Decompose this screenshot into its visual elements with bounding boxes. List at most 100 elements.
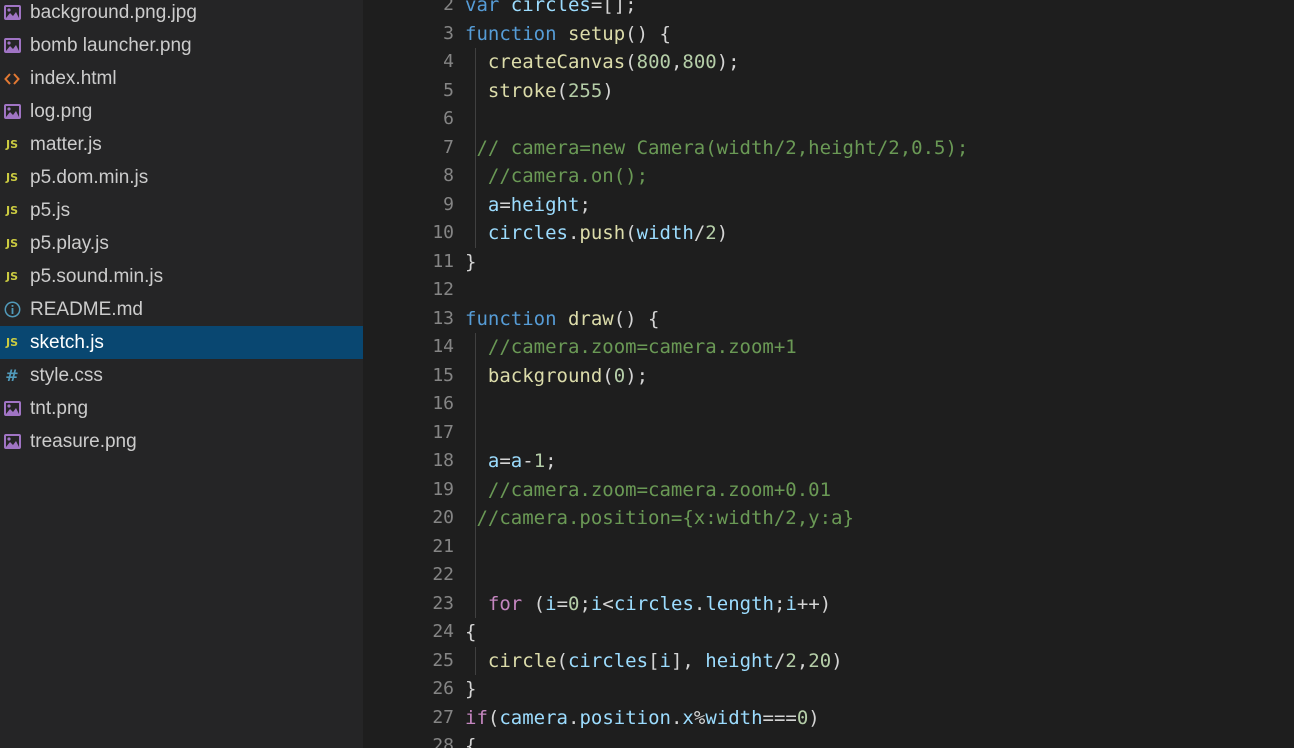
code-line[interactable]: 9 a=height; xyxy=(363,190,1294,220)
file-item[interactable]: README.md xyxy=(0,293,363,326)
code-line[interactable]: 11} xyxy=(363,248,1294,277)
js-file-icon: JS xyxy=(5,336,18,349)
file-name: matter.js xyxy=(30,133,102,155)
code-line[interactable]: 15 background(0); xyxy=(363,361,1294,391)
code-token: ++) xyxy=(796,592,832,615)
code-token: for xyxy=(487,592,523,615)
line-number: 21 xyxy=(432,535,454,557)
code-token: < xyxy=(602,592,614,615)
code-line[interactable]: 2 var circles=[]; xyxy=(363,0,1294,20)
code-token: setup xyxy=(567,22,626,45)
code-token: ( xyxy=(602,364,614,387)
code-line[interactable]: 23 for (i=0;i<circles.length;i++) xyxy=(363,589,1294,618)
line-number: 8 xyxy=(443,165,454,186)
code-token: background xyxy=(487,364,603,387)
file-item[interactable]: bomb launcher.png xyxy=(0,29,363,62)
code-token: a xyxy=(510,450,523,472)
code-line[interactable]: 19 //camera.zoom=camera.zoom+0.01 xyxy=(363,475,1294,504)
code-editor[interactable]: 2 var circles=[]; 3 function setup() {4 cre… xyxy=(363,0,1294,748)
code-line[interactable]: 16 xyxy=(363,390,1294,419)
code-line[interactable]: 22 xyxy=(363,561,1294,590)
code-line[interactable]: 10 circles.push(width/2) xyxy=(363,219,1294,248)
code-line[interactable]: 18 a=a-1; xyxy=(363,447,1294,476)
code-line[interactable]: 21 xyxy=(363,532,1294,561)
line-code: background(0); xyxy=(465,362,648,391)
code-token: ( xyxy=(625,222,637,244)
code-line[interactable]: 17 xyxy=(363,418,1294,447)
code-token: stroke xyxy=(487,79,557,102)
file-item[interactable]: index.html xyxy=(0,62,363,95)
code-line[interactable]: 27 if(camera.position.x%width===0) xyxy=(363,704,1294,733)
file-item[interactable]: background.png.jpg xyxy=(0,0,363,29)
code-line[interactable]: 7 // camera=new Camera(width/2,height/2,… xyxy=(363,133,1294,162)
line-number: 27 xyxy=(432,706,454,728)
code-token: = xyxy=(499,450,511,472)
code-line[interactable]: 4 createCanvas(800,800); xyxy=(363,48,1294,77)
code-line[interactable]: 12 xyxy=(363,276,1294,305)
code-token: length xyxy=(705,592,774,615)
code-line[interactable]: 5 stroke(255) xyxy=(363,76,1294,105)
code-token: if xyxy=(465,706,488,729)
code-line[interactable]: 13 function draw() { xyxy=(363,305,1294,334)
code-token: circles xyxy=(510,0,591,16)
line-number: 9 xyxy=(443,193,454,215)
code-token: circles xyxy=(567,649,649,672)
code-token: position xyxy=(579,706,671,729)
line-code: } xyxy=(465,248,476,277)
file-item[interactable]: log.png xyxy=(0,95,363,128)
code-line[interactable]: 24 { xyxy=(363,618,1294,647)
code-token: , xyxy=(796,649,809,672)
file-item[interactable]: treasure.png xyxy=(0,425,363,458)
code-token: ( xyxy=(556,649,568,672)
code-token: 800 xyxy=(636,51,671,73)
js-file-icon: JS xyxy=(5,171,18,184)
code-token: //camera.zoom=camera.zoom+1 xyxy=(487,336,797,358)
code-token: ) xyxy=(716,222,729,244)
code-token: 1 xyxy=(533,450,546,472)
code-token: circles xyxy=(613,592,694,615)
code-token: { xyxy=(465,621,477,643)
code-line[interactable]: 25 circle(circles[i], height/2,20) xyxy=(363,646,1294,675)
line-number: 23 xyxy=(432,592,454,614)
file-item[interactable]: JS sketch.js xyxy=(0,326,363,359)
file-item[interactable]: JS p5.sound.min.js xyxy=(0,260,363,293)
image-file-icon xyxy=(0,5,30,20)
code-line[interactable]: 20 //camera.position={x:width/2,y:a} xyxy=(363,504,1294,533)
line-code: if(camera.position.x%width===0) xyxy=(465,704,820,733)
file-item[interactable]: JS matter.js xyxy=(0,128,363,161)
line-code: a=height; xyxy=(465,191,591,220)
code-token: 800 xyxy=(682,51,717,73)
js-file-icon: JS xyxy=(5,204,18,217)
line-code: //camera.position={x:width/2,y:a} xyxy=(465,504,854,533)
line-number: 11 xyxy=(432,250,454,272)
file-item[interactable]: JS p5.play.js xyxy=(0,227,363,260)
code-line[interactable]: 26} xyxy=(363,675,1294,704)
code-line[interactable]: 14 //camera.zoom=camera.zoom+1 xyxy=(363,333,1294,362)
code-line[interactable]: 6 xyxy=(363,105,1294,134)
js-file-icon: JS xyxy=(5,237,18,250)
line-number: 18 xyxy=(432,450,454,471)
file-item[interactable]: tnt.png xyxy=(0,392,363,425)
line-code: function draw() { xyxy=(465,305,660,334)
code-token: // camera=new Camera(width/2,height/2,0.… xyxy=(476,136,969,159)
file-item[interactable]: JS p5.dom.min.js xyxy=(0,161,363,194)
file-item[interactable]: JS p5.js xyxy=(0,194,363,227)
code-line[interactable]: 8 //camera.on(); xyxy=(363,162,1294,191)
code-token: = xyxy=(499,193,511,216)
code-line[interactable]: 28 { xyxy=(363,732,1294,748)
code-line[interactable]: 3 function setup() { xyxy=(363,20,1294,49)
line-number: 3 xyxy=(443,22,454,44)
code-token: ; xyxy=(579,592,591,615)
file-name: p5.js xyxy=(30,199,71,221)
code-token: ); xyxy=(625,364,649,387)
code-token: =[]; xyxy=(590,0,637,16)
code-token: ) xyxy=(831,649,843,672)
file-item[interactable]: # style.css xyxy=(0,359,363,392)
code-token: //camera.on(); xyxy=(487,165,649,187)
